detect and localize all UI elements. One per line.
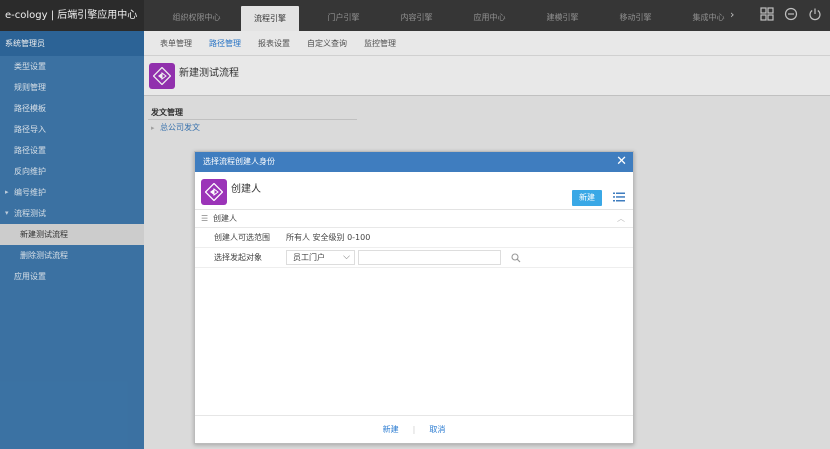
list-menu-icon[interactable] (613, 192, 625, 202)
creator-identity-dialog: 选择流程创建人身份 ✕ 创建人 新建 ☰ 创建人 ︿ 创建人可选范围 所有人 安… (194, 151, 634, 444)
target-row: 选择发起对象 员工门户 ⌵ (195, 248, 633, 268)
range-value: 所有人 安全级别 0-100 (286, 233, 371, 242)
target-type-value: 员工门户 (293, 253, 325, 262)
new-button[interactable]: 新建 (572, 190, 602, 206)
dialog-header: 创建人 新建 (195, 172, 633, 210)
search-icon[interactable] (511, 252, 521, 263)
target-search-input[interactable] (358, 250, 501, 265)
hamburger-icon: ☰ (201, 214, 209, 223)
range-label: 创建人可选范围 (214, 233, 270, 242)
creator-section-label: 创建人 (213, 214, 237, 223)
dialog-title: 选择流程创建人身份 (203, 157, 275, 166)
collapse-icon[interactable]: ︿ (617, 210, 625, 228)
creator-logo-icon (201, 179, 227, 205)
dialog-footer: 新建 | 取消 (195, 415, 633, 443)
target-label: 选择发起对象 (214, 253, 262, 262)
footer-new-button[interactable]: 新建 (383, 424, 399, 435)
footer-cancel-button[interactable]: 取消 (429, 424, 445, 435)
footer-separator: | (412, 425, 416, 434)
creator-section-header[interactable]: ☰ 创建人 ︿ (195, 210, 633, 228)
chevron-down-icon: ⌵ (343, 252, 350, 262)
dialog-titlebar: 选择流程创建人身份 ✕ (195, 152, 633, 172)
dialog-header-title: 创建人 (231, 184, 261, 195)
range-row: 创建人可选范围 所有人 安全级别 0-100 (195, 228, 633, 248)
target-type-select[interactable]: 员工门户 ⌵ (286, 250, 355, 265)
close-icon[interactable]: ✕ (616, 152, 627, 172)
workflow-arrows-icon (205, 183, 223, 201)
